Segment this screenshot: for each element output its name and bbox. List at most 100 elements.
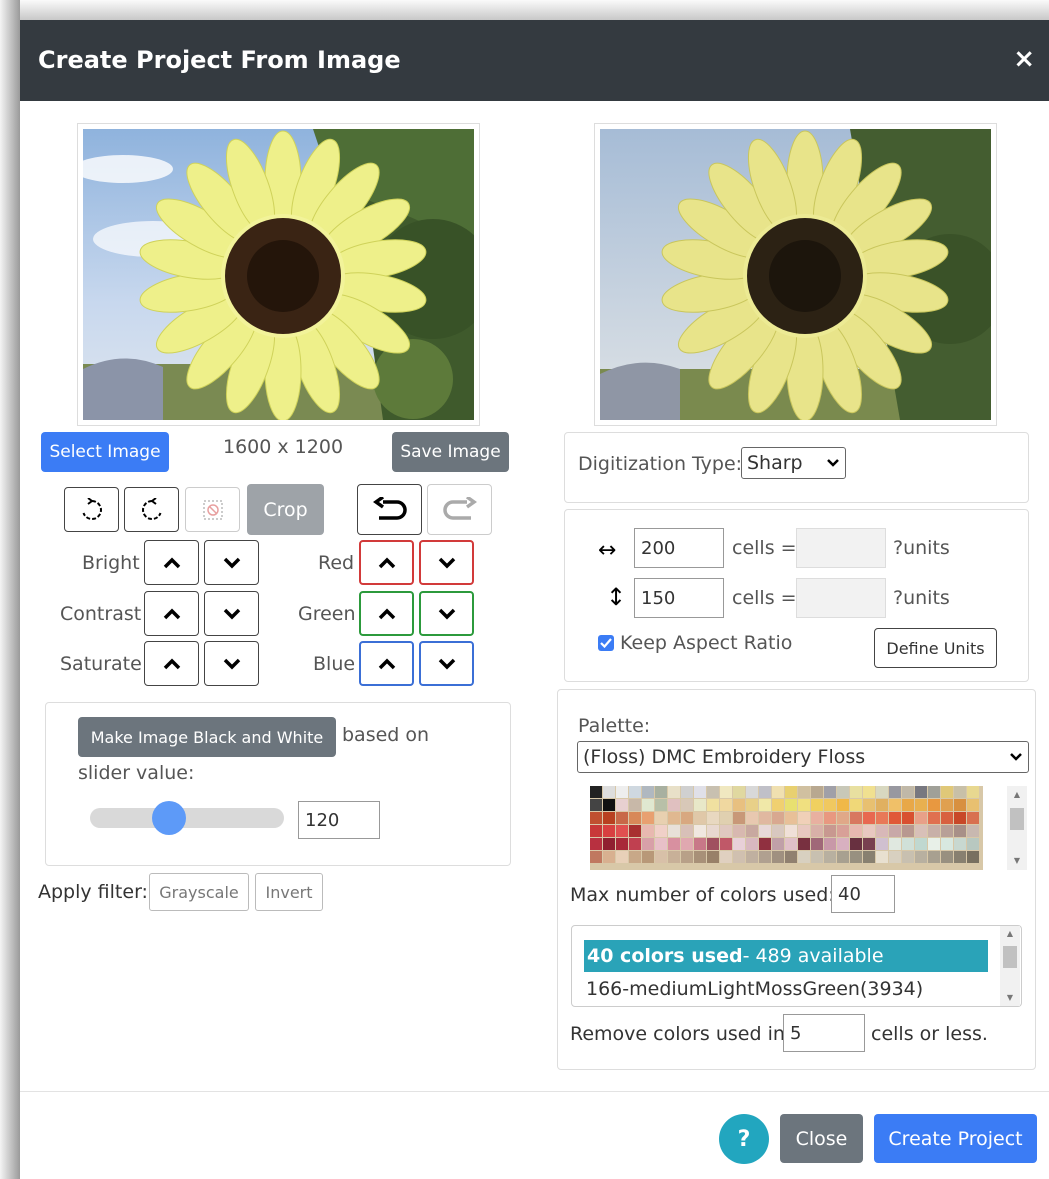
saturate-label: Saturate: [60, 653, 142, 675]
grayscale-button[interactable]: Grayscale: [149, 873, 249, 911]
saturate-down-button[interactable]: [204, 641, 259, 686]
redo-button[interactable]: [427, 484, 492, 535]
height-cells-label: cells =: [732, 587, 797, 609]
green-up-button[interactable]: [359, 591, 414, 636]
remove-colors-label: Remove colors used in: [570, 1023, 785, 1045]
red-label: Red: [318, 552, 355, 574]
chevron-up-icon: [378, 608, 395, 619]
slider-value-label: slider value:: [78, 762, 195, 784]
palette-scrollbar-thumb[interactable]: [1010, 808, 1024, 830]
chevron-down-icon: [827, 459, 839, 467]
keep-aspect-checkbox[interactable]: [598, 635, 614, 651]
color-list-item[interactable]: 166-mediumLightMossGreen(3934): [586, 978, 923, 1000]
remove-colors-input[interactable]: 5: [783, 1014, 865, 1052]
palette-scrollbar[interactable]: ▲ ▼: [1007, 786, 1027, 870]
chevron-up-icon: [163, 557, 180, 568]
digitized-image-preview: [594, 123, 997, 426]
chevron-up-icon: [163, 608, 180, 619]
chevron-down-icon: [438, 557, 455, 568]
slider-value-input[interactable]: 120: [298, 801, 380, 839]
scroll-down-arrow-icon[interactable]: ▼: [1000, 993, 1020, 1003]
width-arrow-icon: ↔: [598, 538, 617, 563]
width-cells-input[interactable]: 200: [634, 528, 724, 568]
create-project-button[interactable]: Create Project: [874, 1114, 1037, 1163]
undo-button[interactable]: [357, 484, 422, 535]
crop-button[interactable]: Crop: [247, 484, 324, 535]
dialog-header: Create Project From Image ×: [20, 20, 1049, 101]
scroll-up-arrow-icon[interactable]: ▲: [1000, 929, 1020, 939]
height-units-input[interactable]: [796, 578, 886, 618]
window-shadow-top: [0, 0, 1049, 20]
scroll-down-arrow-icon[interactable]: ▼: [1007, 856, 1027, 866]
blue-up-button[interactable]: [359, 641, 414, 686]
height-arrow-icon: ↕: [606, 583, 627, 611]
chevron-down-icon: [438, 658, 455, 669]
contrast-down-button[interactable]: [204, 591, 259, 636]
colors-used-count: 40 colors used: [587, 945, 743, 967]
rotate-right-icon: [141, 497, 161, 520]
bright-label: Bright: [82, 552, 140, 574]
digitization-type-select[interactable]: Sharp: [741, 447, 846, 479]
bright-down-button[interactable]: [204, 540, 259, 585]
original-image-preview: [77, 123, 480, 426]
chevron-down-icon: [223, 658, 240, 669]
blue-label: Blue: [313, 653, 356, 675]
redo-icon: [442, 496, 477, 520]
sunflower-photo: [83, 129, 474, 420]
rotate-right-button[interactable]: [124, 487, 179, 532]
crop-cancel-icon: [202, 499, 223, 520]
palette-value: (Floss) DMC Embroidery Floss: [583, 746, 866, 768]
based-on-label: based on: [342, 724, 430, 746]
rotate-left-button[interactable]: [64, 487, 119, 532]
image-dimensions: 1600 x 1200: [223, 436, 344, 458]
select-image-button[interactable]: Select Image: [41, 432, 169, 472]
save-image-button[interactable]: Save Image: [392, 432, 509, 472]
colors-list-scrollbar-thumb[interactable]: [1003, 946, 1017, 968]
define-units-button[interactable]: Define Units: [874, 628, 997, 668]
width-cells-label: cells =: [732, 537, 797, 559]
help-button[interactable]: ?: [719, 1114, 769, 1164]
contrast-up-button[interactable]: [144, 591, 199, 636]
window-shadow-left: [0, 0, 20, 1179]
close-button[interactable]: Close: [780, 1114, 863, 1163]
dialog-title: Create Project From Image: [38, 46, 401, 74]
max-colors-input[interactable]: 40: [831, 875, 895, 913]
width-units-label: ?units: [893, 537, 950, 559]
height-cells-input[interactable]: 150: [634, 578, 724, 618]
chevron-up-icon: [378, 658, 395, 669]
rotate-left-icon: [82, 497, 102, 520]
chevron-up-icon: [378, 557, 395, 568]
check-icon: [600, 638, 612, 648]
chevron-down-icon: [223, 557, 240, 568]
apply-filter-label: Apply filter:: [38, 881, 148, 903]
close-icon[interactable]: ×: [1013, 44, 1035, 74]
red-down-button[interactable]: [419, 540, 474, 585]
scroll-up-arrow-icon[interactable]: ▲: [1007, 790, 1027, 800]
black-white-button[interactable]: Make Image Black and White: [78, 717, 336, 757]
max-colors-label: Max number of colors used:: [570, 884, 835, 906]
digitization-type-value: Sharp: [747, 452, 803, 474]
palette-select[interactable]: (Floss) DMC Embroidery Floss: [577, 741, 1029, 773]
colors-used-summary-row[interactable]: 40 colors used - 489 available: [584, 940, 988, 972]
keep-aspect-label: Keep Aspect Ratio: [620, 632, 793, 654]
blue-down-button[interactable]: [419, 641, 474, 686]
saturate-up-button[interactable]: [144, 641, 199, 686]
invert-button[interactable]: Invert: [255, 873, 323, 911]
chevron-down-icon: [1010, 753, 1022, 761]
colors-used-list[interactable]: 40 colors used - 489 available 166-mediu…: [571, 925, 1022, 1007]
digitization-type-label: Digitization Type:: [578, 453, 743, 475]
create-project-dialog: Create Project From Image × Select Image…: [20, 20, 1049, 1179]
undo-icon: [372, 496, 407, 520]
red-up-button[interactable]: [359, 540, 414, 585]
palette-swatch-grid[interactable]: [590, 786, 983, 870]
green-down-button[interactable]: [419, 591, 474, 636]
chevron-down-icon: [223, 608, 240, 619]
chevron-up-icon: [163, 658, 180, 669]
digitized-sunflower-photo: [600, 129, 991, 420]
black-white-slider[interactable]: [90, 808, 284, 828]
colors-list-scrollbar[interactable]: ▲ ▼: [1000, 926, 1020, 1006]
crop-cancel-button[interactable]: [185, 487, 240, 532]
width-units-input[interactable]: [796, 528, 886, 568]
bright-up-button[interactable]: [144, 540, 199, 585]
contrast-label: Contrast: [60, 603, 142, 625]
